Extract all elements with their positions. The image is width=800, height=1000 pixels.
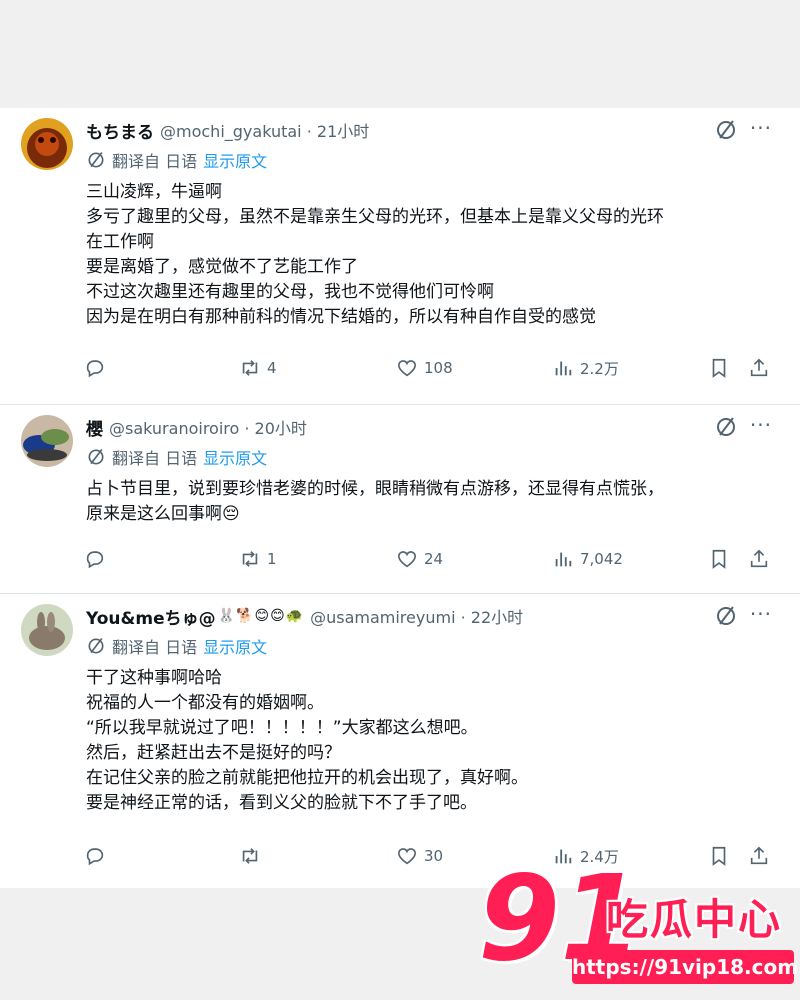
tweet-line: 然后，赶紧赶出去不是挺好的吗？	[86, 743, 341, 763]
avatar[interactable]	[21, 604, 73, 656]
reply-button[interactable]	[84, 354, 112, 382]
tweet-line: 三山凌辉，牛逼啊	[86, 182, 222, 202]
retweet-button[interactable]: 1	[239, 545, 277, 573]
name-emoji: 🐰🐕😊😊🐢	[217, 608, 305, 624]
tweet-line: 不过这次趣里还有趣里的父母，我也不觉得他们可怜啊	[86, 282, 494, 302]
translation-note: 翻译自 日语 显示原文	[86, 634, 267, 658]
tweet-header: You&meちゅ@ 🐰🐕😊😊🐢 @usamamireyumi · 22小时	[86, 604, 523, 629]
heart-icon	[397, 360, 417, 377]
display-name[interactable]: You&meちゅ@	[86, 604, 216, 629]
share-icon[interactable]	[748, 548, 770, 570]
tweet-feed: もちまる @mochi_gyakutai · 21小时 ··· 翻译自 日语 显…	[0, 108, 800, 888]
view-count: 2.2万	[580, 359, 619, 378]
translate-icon	[88, 637, 104, 654]
more-options-icon[interactable]: ···	[750, 116, 772, 140]
tweet-post[interactable]: You&meちゅ@ 🐰🐕😊😊🐢 @usamamireyumi · 22小时 ··…	[0, 593, 800, 888]
tweet-text: 干了这种事啊哈哈 祝福的人一个都没有的婚姻啊。 “所以我早就说过了吧！！！！！”…	[86, 666, 776, 816]
tweet-header: 櫻 @sakuranoiroiro · 20小时	[86, 415, 307, 440]
tweet-header: もちまる @mochi_gyakutai · 21小时	[86, 118, 369, 143]
view-count: 7,042	[580, 550, 623, 568]
retweet-button[interactable]: 4	[239, 354, 277, 382]
bookmark-icon[interactable]	[708, 548, 730, 570]
tweet-line: 在记住父亲的脸之前就能把他拉开的机会出现了，真好啊。	[86, 768, 528, 788]
share-icon[interactable]	[748, 357, 770, 379]
show-original-link[interactable]: 显示原文	[203, 634, 267, 658]
tweet-post[interactable]: もちまる @mochi_gyakutai · 21小时 ··· 翻译自 日语 显…	[0, 108, 800, 398]
like-button[interactable]: 30	[396, 842, 443, 870]
tweet-line: 要是离婚了，感觉做不了艺能工作了	[86, 257, 358, 277]
grok-icon[interactable]	[714, 604, 738, 628]
bookmark-icon[interactable]	[708, 357, 730, 379]
action-bar: 4 108 2.2万	[84, 354, 784, 382]
site-watermark: 91 吃瓜中心 https://91vip18.com	[478, 858, 798, 998]
show-original-link[interactable]: 显示原文	[203, 148, 267, 172]
grok-icon[interactable]	[714, 118, 738, 142]
views-icon	[555, 361, 572, 376]
action-bar: 1 24 7,042	[84, 545, 784, 573]
like-button[interactable]: 24	[396, 545, 443, 573]
more-options-icon[interactable]: ···	[750, 413, 772, 437]
reply-button[interactable]	[84, 545, 112, 573]
translate-icon	[88, 448, 104, 465]
views-button[interactable]: 7,042	[552, 545, 623, 573]
translate-icon	[88, 151, 104, 168]
retweet-count: 1	[267, 550, 277, 568]
like-count: 24	[424, 550, 444, 568]
tweet-line: 要是神经正常的话，看到义父的脸就下不了手了吧。	[86, 793, 477, 813]
tweet-text: 占卜节目里，说到要珍惜老婆的时候，眼睛稍微有点游移，还显得有点慌张， 原来是这么…	[86, 477, 776, 527]
tweet-line: 干了这种事啊哈哈	[86, 668, 222, 688]
handle-and-time[interactable]: @usamamireyumi · 22小时	[310, 604, 523, 628]
retweet-button[interactable]	[239, 842, 267, 870]
retweet-icon	[242, 848, 258, 864]
watermark-brand: 吃瓜中心	[606, 895, 783, 944]
tweet-line: 在工作啊	[86, 232, 154, 252]
tweet-line: 多亏了趣里的父母，虽然不是靠亲生父母的光环，但基本上是靠义父母的光环	[86, 207, 664, 227]
translation-note: 翻译自 日语 显示原文	[86, 148, 267, 172]
reply-button[interactable]	[84, 842, 112, 870]
tweet-line: 祝福的人一个都没有的婚姻啊。	[86, 693, 324, 713]
tweet-line: 占卜节目里，说到要珍惜老婆的时候，眼睛稍微有点游移，还显得有点慌张，	[86, 479, 664, 499]
views-icon	[555, 552, 572, 567]
handle-and-time[interactable]: @mochi_gyakutai · 21小时	[160, 118, 369, 142]
translate-label: 翻译自 日语	[112, 638, 198, 657]
tweet-line: “所以我早就说过了吧！！！！！”大家都这么想吧。	[86, 718, 478, 738]
watermark-url: https://91vip18.com	[572, 950, 798, 984]
translate-label: 翻译自 日语	[112, 152, 198, 171]
handle-and-time[interactable]: @sakuranoiroiro · 20小时	[109, 415, 307, 439]
retweet-icon	[242, 360, 258, 376]
translate-label: 翻译自 日语	[112, 449, 198, 468]
like-count: 108	[424, 359, 453, 377]
like-button[interactable]: 108	[396, 354, 453, 382]
grok-icon[interactable]	[714, 415, 738, 439]
tweet-post[interactable]: 櫻 @sakuranoiroiro · 20小时 ··· 翻译自 日语 显示原文…	[0, 404, 800, 588]
views-button[interactable]: 2.2万	[552, 354, 619, 382]
display-name[interactable]: 櫻	[86, 415, 103, 440]
reply-icon	[86, 360, 104, 378]
reply-icon	[86, 551, 104, 569]
show-original-link[interactable]: 显示原文	[203, 445, 267, 469]
retweet-count: 4	[267, 359, 277, 377]
retweet-icon	[242, 551, 258, 567]
heart-icon	[397, 848, 417, 865]
display-name[interactable]: もちまる	[86, 118, 154, 143]
like-count: 30	[424, 847, 444, 865]
heart-icon	[397, 551, 417, 568]
avatar[interactable]	[21, 118, 73, 170]
more-options-icon[interactable]: ···	[750, 602, 772, 626]
tweet-line: 原来是这么回事啊😔	[86, 504, 240, 524]
tweet-text: 三山凌辉，牛逼啊 多亏了趣里的父母，虽然不是靠亲生父母的光环，但基本上是靠义父母…	[86, 180, 776, 330]
translation-note: 翻译自 日语 显示原文	[86, 445, 267, 469]
reply-icon	[86, 848, 104, 866]
tweet-line: 因为是在明白有那种前科的情况下结婚的，所以有种自作自受的感觉	[86, 307, 596, 327]
avatar[interactable]	[21, 415, 73, 467]
